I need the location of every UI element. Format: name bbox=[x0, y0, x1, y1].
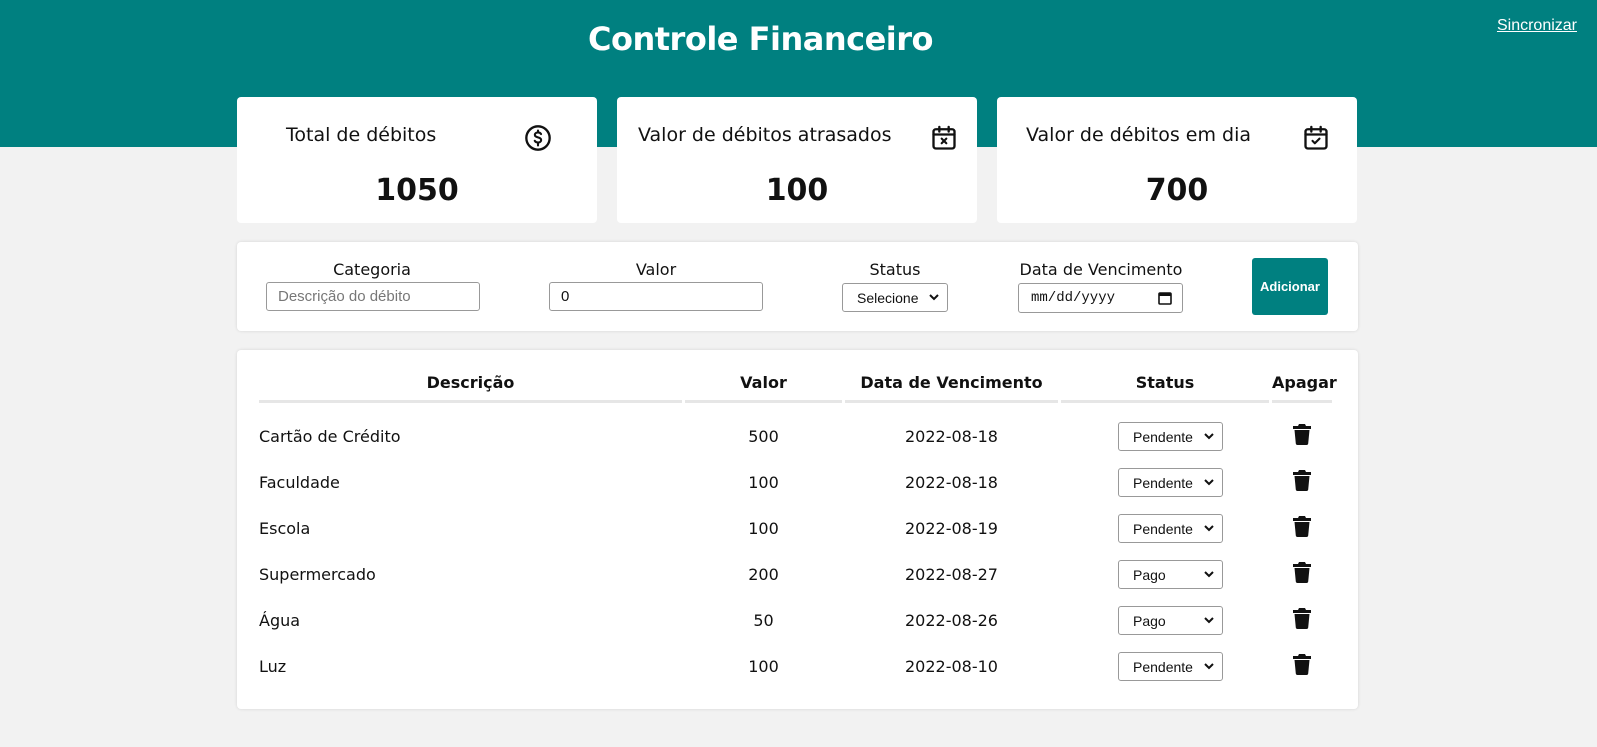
valor-label: Valor bbox=[635, 260, 677, 279]
cell-descricao: Escola bbox=[259, 519, 311, 538]
date-placeholder: mm/dd/yyyy bbox=[1031, 290, 1116, 306]
cell-valor: 100 bbox=[748, 473, 779, 492]
cell-vencimento: 2022-08-10 bbox=[905, 657, 998, 676]
chevron-down-icon bbox=[1204, 663, 1214, 670]
chevron-down-icon bbox=[1204, 571, 1214, 578]
add-debit-form: Categoria Valor Status Selecione Data de… bbox=[237, 242, 1358, 331]
calendar-check-icon bbox=[1304, 125, 1328, 150]
card-value: 700 bbox=[1145, 173, 1209, 208]
table-row: Água 50 2022-08-26 Pago bbox=[237, 598, 1358, 644]
trash-icon[interactable] bbox=[1292, 607, 1312, 629]
header-descricao: Descrição bbox=[259, 373, 682, 403]
row-status-value: Pendente bbox=[1133, 474, 1193, 491]
vencimento-label: Data de Vencimento bbox=[1019, 260, 1183, 279]
cell-vencimento: 2022-08-18 bbox=[905, 427, 998, 446]
cell-valor: 500 bbox=[748, 427, 779, 446]
card-title: Valor de débitos atrasados bbox=[638, 124, 892, 146]
card-title: Total de débitos bbox=[286, 124, 437, 146]
header-status: Status bbox=[1061, 373, 1269, 403]
row-status-select[interactable]: Pendente bbox=[1118, 422, 1223, 451]
cell-valor: 100 bbox=[748, 657, 779, 676]
card-total-debitos: Total de débitos 1050 bbox=[237, 97, 597, 223]
debts-table: Descrição Valor Data de Vencimento Statu… bbox=[237, 350, 1358, 709]
trash-icon[interactable] bbox=[1292, 469, 1312, 491]
cell-descricao: Faculdade bbox=[259, 473, 340, 492]
chevron-down-icon bbox=[929, 294, 939, 301]
cell-descricao: Água bbox=[259, 611, 301, 630]
table-row: Escola 100 2022-08-19 Pendente bbox=[237, 506, 1358, 552]
cell-valor: 50 bbox=[753, 611, 774, 630]
valor-input[interactable] bbox=[549, 282, 763, 311]
cell-vencimento: 2022-08-19 bbox=[905, 519, 998, 538]
chevron-down-icon bbox=[1204, 433, 1214, 440]
cell-descricao: Supermercado bbox=[259, 565, 376, 584]
app-title: Controle Financeiro bbox=[588, 20, 934, 58]
chevron-down-icon bbox=[1204, 617, 1214, 624]
status-select-value: Selecione bbox=[857, 289, 919, 306]
cell-vencimento: 2022-08-18 bbox=[905, 473, 998, 492]
row-status-value: Pendente bbox=[1133, 658, 1193, 675]
table-row: Cartão de Crédito 500 2022-08-18 Pendent… bbox=[237, 414, 1358, 460]
calendar-x-icon bbox=[932, 125, 956, 150]
cell-descricao: Luz bbox=[259, 657, 287, 676]
row-status-select[interactable]: Pago bbox=[1118, 560, 1223, 589]
table-row: Luz 100 2022-08-10 Pendente bbox=[237, 644, 1358, 690]
card-title: Valor de débitos em dia bbox=[1026, 124, 1252, 146]
calendar-icon[interactable] bbox=[1158, 291, 1172, 305]
header-vencimento: Data de Vencimento bbox=[845, 373, 1058, 403]
cell-valor: 200 bbox=[748, 565, 779, 584]
row-status-select[interactable]: Pago bbox=[1118, 606, 1223, 635]
trash-icon[interactable] bbox=[1292, 653, 1312, 675]
row-status-value: Pendente bbox=[1133, 428, 1193, 445]
row-status-select[interactable]: Pendente bbox=[1118, 468, 1223, 497]
status-select[interactable]: Selecione bbox=[842, 283, 948, 312]
table-row: Supermercado 200 2022-08-27 Pago bbox=[237, 552, 1358, 598]
dollar-circle-icon bbox=[525, 125, 551, 151]
card-value: 100 bbox=[765, 173, 829, 208]
cell-vencimento: 2022-08-27 bbox=[905, 565, 998, 584]
chevron-down-icon bbox=[1204, 525, 1214, 532]
categoria-input[interactable] bbox=[266, 282, 480, 311]
trash-icon[interactable] bbox=[1292, 423, 1312, 445]
row-status-value: Pago bbox=[1133, 612, 1166, 629]
chevron-down-icon bbox=[1204, 479, 1214, 486]
header-apagar: Apagar bbox=[1272, 373, 1337, 403]
sync-link[interactable]: Sincronizar bbox=[1497, 17, 1577, 35]
header-valor: Valor bbox=[685, 373, 842, 403]
trash-icon[interactable] bbox=[1292, 515, 1312, 537]
vencimento-date-input[interactable]: mm/dd/yyyy bbox=[1018, 283, 1183, 313]
card-value: 1050 bbox=[375, 173, 459, 208]
status-label: Status bbox=[869, 260, 921, 279]
row-status-select[interactable]: Pendente bbox=[1118, 514, 1223, 543]
card-debitos-em-dia: Valor de débitos em dia 700 bbox=[997, 97, 1357, 223]
cell-descricao: Cartão de Crédito bbox=[259, 427, 401, 446]
add-button[interactable]: Adicionar bbox=[1252, 258, 1328, 315]
row-status-value: Pendente bbox=[1133, 520, 1193, 537]
row-status-value: Pago bbox=[1133, 566, 1166, 583]
cell-vencimento: 2022-08-26 bbox=[905, 611, 998, 630]
table-row: Faculdade 100 2022-08-18 Pendente bbox=[237, 460, 1358, 506]
card-debitos-atrasados: Valor de débitos atrasados 100 bbox=[617, 97, 977, 223]
row-status-select[interactable]: Pendente bbox=[1118, 652, 1223, 681]
categoria-label: Categoria bbox=[333, 260, 411, 279]
cell-valor: 100 bbox=[748, 519, 779, 538]
trash-icon[interactable] bbox=[1292, 561, 1312, 583]
